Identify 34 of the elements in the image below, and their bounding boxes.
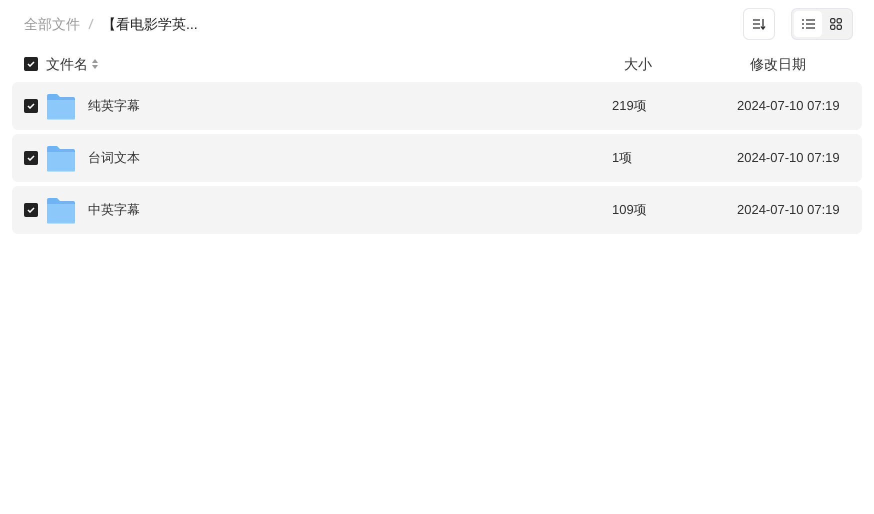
- view-tab[interactable]: [794, 11, 822, 37]
- modified-date: 2024-07-10 07:19: [737, 97, 841, 116]
- separator-icon: [88, 18, 94, 30]
- file-row[interactable]: 台词文本 1项 2024-07-10 07:19: [12, 134, 862, 182]
- modified-date: 2024-07-10 07:19: [737, 201, 841, 220]
- check-icon: [27, 207, 35, 213]
- grid-icon: [830, 18, 842, 30]
- file-name: 中英字幕: [88, 201, 141, 220]
- sort-arrows-icon[interactable]: [92, 59, 98, 69]
- column-header[interactable]: 文件名: [46, 54, 88, 74]
- checkbox[interactable]: [24, 57, 38, 71]
- file-name: 台词文本: [88, 149, 141, 168]
- file-name: 纯英字幕: [88, 97, 141, 116]
- file-row[interactable]: 纯英字幕 219项 2024-07-10 07:19: [12, 82, 862, 130]
- column-header: 大小: [624, 54, 653, 74]
- column-header: 修改日期: [750, 54, 807, 74]
- check-icon: [27, 61, 35, 67]
- modified-date: 2024-07-10 07:19: [737, 149, 841, 168]
- breadcrumb-item[interactable]: 【看电影学英...: [102, 14, 198, 34]
- folder-icon: [46, 92, 76, 120]
- sort-button[interactable]: [743, 8, 775, 40]
- checkbox[interactable]: [24, 151, 38, 165]
- item-count: 1项: [612, 149, 634, 168]
- item-count: 219项: [612, 97, 648, 116]
- item-count: 109项: [612, 201, 648, 220]
- folder-icon: [46, 196, 76, 224]
- checkbox[interactable]: [24, 203, 38, 217]
- checkbox[interactable]: [24, 99, 38, 113]
- sort-icon: [752, 18, 766, 30]
- check-icon: [27, 103, 35, 109]
- folder-icon: [46, 144, 76, 172]
- check-icon: [27, 155, 35, 161]
- list-icon: [802, 19, 814, 29]
- file-row[interactable]: 中英字幕 109项 2024-07-10 07:19: [12, 186, 862, 234]
